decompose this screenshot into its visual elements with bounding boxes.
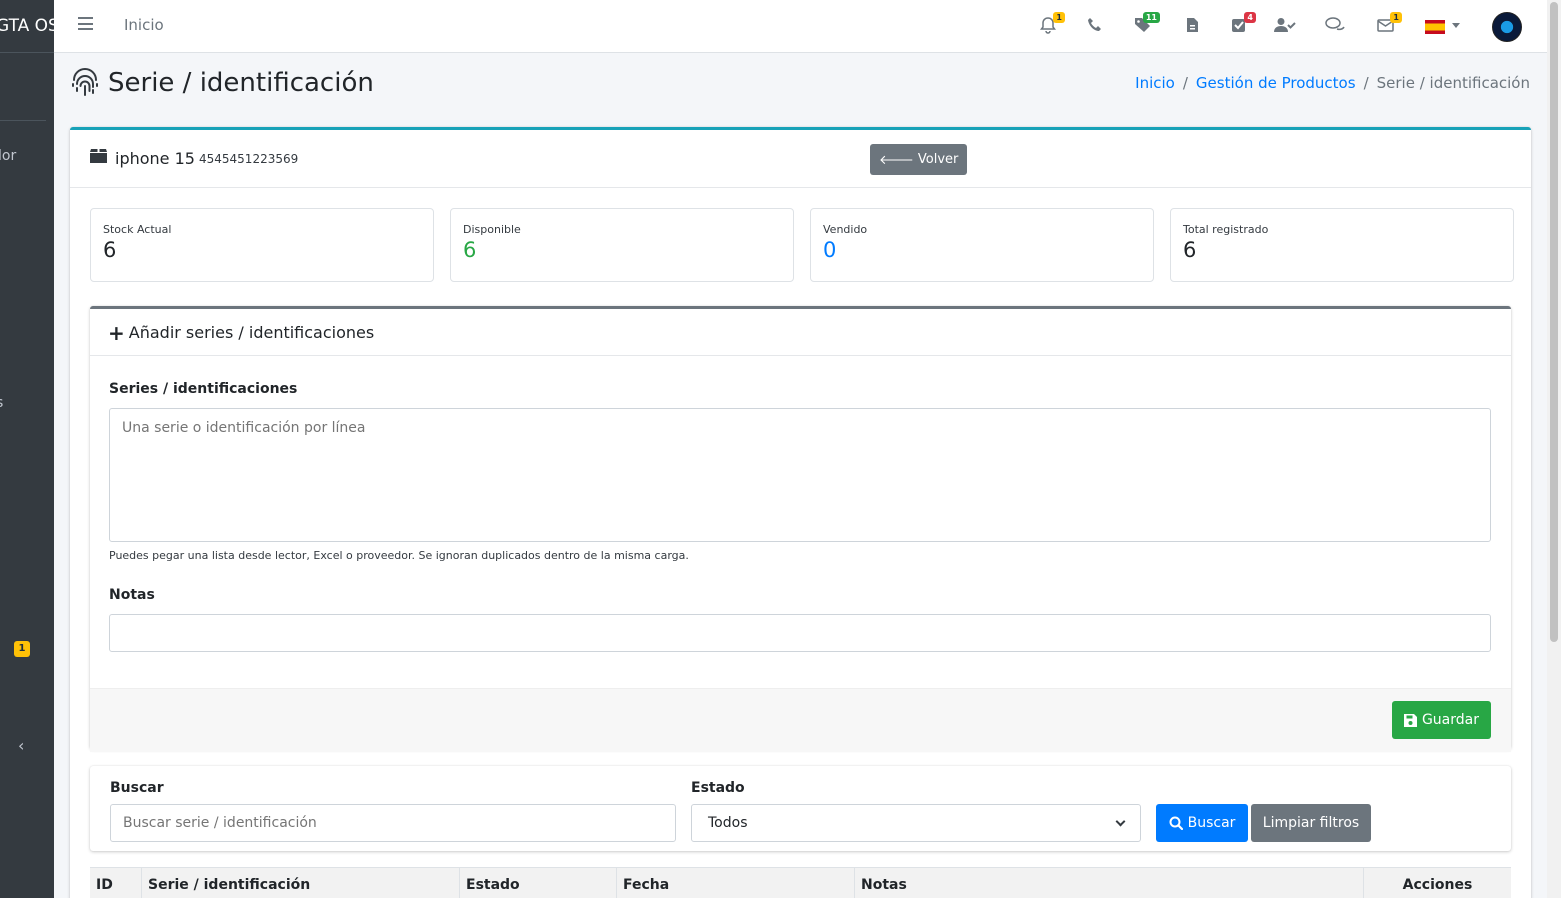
search-button-label: Buscar <box>1187 815 1236 831</box>
back-button-label: Volver <box>917 152 959 167</box>
plus-icon: + <box>108 320 125 345</box>
stat-label: Total registrado <box>1183 223 1269 236</box>
stat-value: 0 <box>823 238 837 262</box>
column-header-date[interactable]: Fecha <box>617 868 855 898</box>
box-icon <box>90 149 107 163</box>
comments-icon[interactable] <box>1324 14 1346 36</box>
filter-card: Buscar Estado Todos Buscar Limpiar filtr… <box>90 766 1511 851</box>
stat-value: 6 <box>103 238 117 262</box>
breadcrumb-separator: / <box>1182 74 1188 92</box>
tasks-badge: 4 <box>1244 12 1256 23</box>
sidebar-divider <box>0 120 46 121</box>
clear-filters-button[interactable]: Limpiar filtros <box>1251 804 1371 842</box>
notes-label: Notas <box>109 587 155 603</box>
column-header-series[interactable]: Serie / identificación <box>142 868 460 898</box>
breadcrumb-products[interactable]: Gestión de Productos <box>1196 74 1356 92</box>
stat-sold: Vendido 0 <box>810 208 1154 282</box>
column-header-notes[interactable]: Notas <box>855 868 1364 898</box>
envelope-icon[interactable]: 1 <box>1374 12 1402 36</box>
add-series-card: + Añadir series / identificaciones Serie… <box>90 306 1511 752</box>
search-input[interactable] <box>110 804 676 842</box>
arrow-left-icon: 🡐 <box>879 152 914 168</box>
breadcrumb: Inicio / Gestión de Productos / Serie / … <box>1135 74 1530 92</box>
chevron-down-icon <box>1115 816 1126 826</box>
status-label: Estado <box>691 780 745 796</box>
stat-label: Vendido <box>823 223 868 236</box>
file-invoice-icon[interactable] <box>1181 14 1203 36</box>
user-check-icon[interactable] <box>1274 14 1296 36</box>
series-label: Series / identificaciones <box>109 381 298 397</box>
search-button[interactable]: Buscar <box>1156 804 1248 842</box>
notes-input[interactable] <box>109 614 1491 652</box>
nav-home-link[interactable]: Inicio <box>124 16 164 34</box>
series-card: iphone 15 4545451223569 🡐 Volver Stock A… <box>70 127 1531 898</box>
save-button-label: Guardar <box>1421 712 1479 728</box>
user-avatar[interactable] <box>1492 12 1522 42</box>
page-title: Serie / identificación <box>108 68 374 98</box>
fingerprint-icon <box>72 68 98 96</box>
sidebar-badge: 1 <box>14 641 30 657</box>
column-header-actions[interactable]: Acciones <box>1364 868 1511 898</box>
product-name: iphone 15 <box>115 149 195 168</box>
add-series-footer: Guardar <box>90 688 1511 752</box>
stat-label: Disponible <box>463 223 521 236</box>
caret-down-icon[interactable] <box>1452 23 1460 28</box>
status-select[interactable]: Todos <box>691 804 1141 842</box>
bell-icon[interactable]: 1 <box>1037 12 1065 36</box>
series-textarea[interactable] <box>109 408 1491 542</box>
breadcrumb-separator: / <box>1363 74 1369 92</box>
sidebar-item-label-partial[interactable]: lor <box>0 148 16 164</box>
stat-value: 6 <box>1183 238 1197 262</box>
search-label: Buscar <box>110 780 164 796</box>
sidebar-item-label-partial-2[interactable]: s <box>0 395 3 411</box>
breadcrumb-home[interactable]: Inicio <box>1135 74 1175 92</box>
search-icon <box>1169 816 1183 830</box>
chevron-left-icon[interactable]: ‹ <box>18 736 24 755</box>
add-series-title: Añadir series / identificaciones <box>128 323 375 342</box>
floppy-disk-icon <box>1403 713 1417 727</box>
column-header-id[interactable]: ID <box>90 868 142 898</box>
stat-value: 6 <box>463 238 477 262</box>
series-help-text: Puedes pegar una lista desde lector, Exc… <box>109 549 689 562</box>
stat-stock: Stock Actual 6 <box>90 208 434 282</box>
product-header: iphone 15 4545451223569 🡐 Volver <box>70 130 1531 188</box>
sidebar: GTA OS lor s 1 ‹ <box>0 0 54 898</box>
save-button[interactable]: Guardar <box>1391 701 1491 739</box>
notification-badge: 1 <box>1053 12 1065 23</box>
messages-badge: 1 <box>1390 12 1402 23</box>
flag-es-icon[interactable] <box>1425 20 1445 34</box>
page-scrollbar[interactable] <box>1547 0 1561 898</box>
tags-badge: 11 <box>1142 12 1160 23</box>
page-title-block: Serie / identificación <box>70 68 374 98</box>
task-check-icon[interactable]: 4 <box>1228 12 1256 36</box>
stat-available: Disponible 6 <box>450 208 794 282</box>
brand-name[interactable]: GTA OS <box>0 0 54 53</box>
breadcrumb-current: Serie / identificación <box>1376 74 1530 92</box>
stat-total: Total registrado 6 <box>1170 208 1514 282</box>
scrollbar-thumb[interactable] <box>1550 2 1558 642</box>
tags-icon[interactable]: 11 <box>1132 12 1160 36</box>
column-header-status[interactable]: Estado <box>460 868 617 898</box>
table-header: ID Serie / identificación Estado Fecha N… <box>90 867 1511 898</box>
stats-row: Stock Actual 6 Disponible 6 Vendido 0 To… <box>90 208 1514 282</box>
top-navbar: Inicio 1 11 4 1 <box>54 0 1547 53</box>
phone-icon[interactable] <box>1084 14 1106 36</box>
stat-label: Stock Actual <box>103 223 172 236</box>
product-code: 4545451223569 <box>199 152 299 166</box>
status-selected-value: Todos <box>708 815 748 831</box>
back-button[interactable]: 🡐 Volver <box>870 144 968 175</box>
add-series-header: + Añadir series / identificaciones <box>90 309 1511 356</box>
hamburger-menu-icon[interactable] <box>78 17 93 30</box>
